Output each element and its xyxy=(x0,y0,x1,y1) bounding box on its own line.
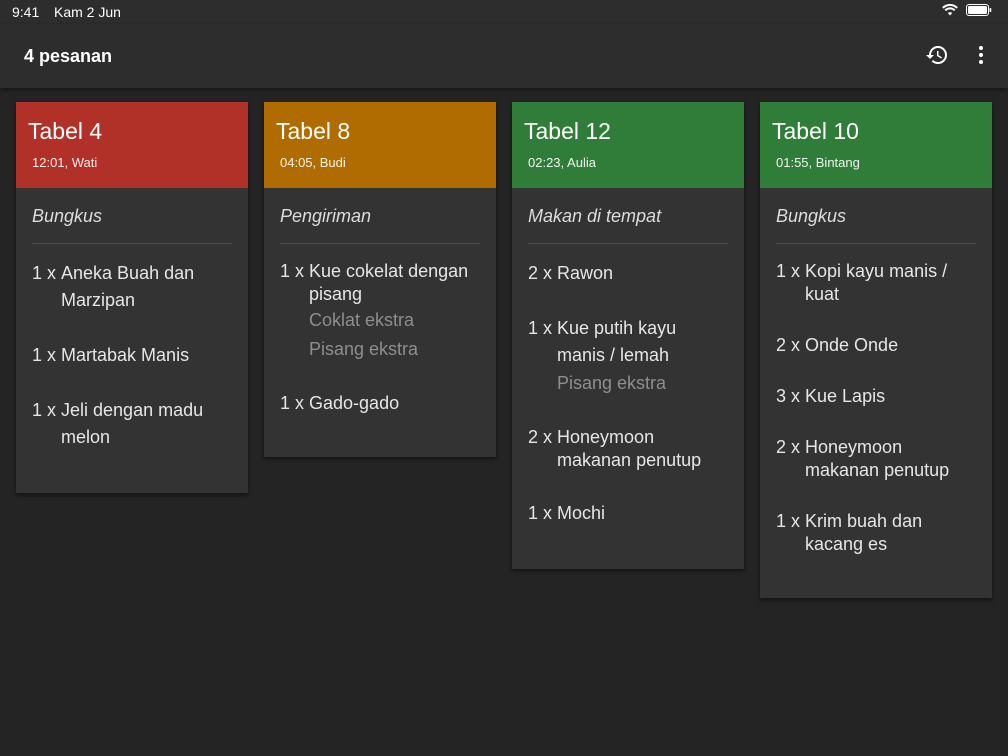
order-card-header: Tabel 4 12:01, Wati xyxy=(16,102,248,188)
order-type: Bungkus xyxy=(32,188,232,244)
order-item: 1 x Mochi xyxy=(528,500,728,527)
item-qty: 1 x xyxy=(280,393,305,413)
wifi-icon xyxy=(942,4,958,16)
table-name: Tabel 12 xyxy=(524,118,611,144)
item-name: Kue putih kayu manis / lemah xyxy=(557,318,677,365)
item-qty: 1 x xyxy=(776,261,801,281)
item-qty: 1 x xyxy=(32,263,57,283)
order-board: Tabel 4 12:01, Wati Bungkus 1 x Aneka Bua… xyxy=(16,102,992,598)
order-time-staff: 12:01, Wati xyxy=(32,155,98,170)
item-qty: 1 x xyxy=(32,400,57,420)
order-item: 1 x Gado-gado xyxy=(280,392,480,415)
order-item: 1 x Kue putih kayu manis / lemah Pisang e… xyxy=(528,315,728,398)
order-item: 1 x Kue cokelat dengan pisang Coklat ekst… xyxy=(280,260,480,364)
order-card[interactable]: Tabel 10 01:55, Bintang Bungkus 1 x Kopi … xyxy=(760,102,992,598)
order-item: 1 x Jeli dengan madu melon xyxy=(32,397,232,451)
item-name: Kue cokelat dengan pisang xyxy=(309,261,469,304)
item-extra: Pisang ekstra xyxy=(309,339,419,359)
more-vert-icon xyxy=(979,46,983,64)
order-time-staff: 02:23, Aulia xyxy=(528,155,596,170)
item-qty: 2 x xyxy=(776,437,801,457)
item-name: Aneka Buah dan Marzipan xyxy=(61,263,195,310)
order-card-header: Tabel 12 02:23, Aulia xyxy=(512,102,744,188)
order-time-staff: 01:55, Bintang xyxy=(776,155,860,170)
item-name: Gado-gado xyxy=(309,393,400,413)
order-item: 1 x Martabak Manis xyxy=(32,342,232,369)
app-bar-actions xyxy=(924,42,994,68)
item-name: Martabak Manis xyxy=(61,345,190,365)
battery-icon xyxy=(966,4,992,16)
status-time: 9:41 xyxy=(12,4,40,20)
order-card-header: Tabel 8 04:05, Budi xyxy=(264,102,496,188)
item-qty: 1 x xyxy=(528,503,553,523)
table-name: Tabel 4 xyxy=(28,118,103,144)
history-icon xyxy=(926,46,947,65)
order-type: Pengiriman xyxy=(280,188,480,244)
item-name: Kue Lapis xyxy=(805,386,886,406)
item-name: Onde Onde xyxy=(805,335,899,355)
table-name: Tabel 10 xyxy=(772,118,859,144)
order-type: Bungkus xyxy=(776,188,976,244)
order-type: Makan di tempat xyxy=(528,188,728,244)
item-name: Honeymoon makanan penutup xyxy=(805,437,950,480)
order-item: 2 x Honeymoon makanan penutup xyxy=(776,436,976,482)
page-title: 4 pesanan xyxy=(24,46,113,66)
app-bar: 4 pesanan xyxy=(0,24,1008,88)
order-card-body: Bungkus 1 x Aneka Buah dan Marzipan 1 x Ma… xyxy=(16,188,248,493)
order-item: 1 x Krim buah dan kacang es xyxy=(776,510,976,556)
item-name: Kopi kayu manis / kuat xyxy=(805,261,948,304)
order-item: 1 x Aneka Buah dan Marzipan xyxy=(32,260,232,314)
item-qty: 3 x xyxy=(776,386,801,406)
table-name: Tabel 8 xyxy=(276,118,351,144)
item-qty: 1 x xyxy=(776,511,801,531)
item-extra: Coklat ekstra xyxy=(309,310,415,330)
item-qty: 2 x xyxy=(528,263,553,283)
item-extra: Pisang ekstra xyxy=(557,373,667,393)
item-qty: 2 x xyxy=(776,335,801,355)
order-item: 2 x Rawon xyxy=(528,260,728,287)
item-name: Mochi xyxy=(557,503,606,523)
item-name: Krim buah dan kacang es xyxy=(805,511,923,554)
system-icons xyxy=(942,4,992,16)
order-time-staff: 04:05, Budi xyxy=(280,155,346,170)
item-name: Honeymoon makanan penutup xyxy=(557,427,702,470)
status-date: Kam 2 Jun xyxy=(54,4,121,20)
order-card[interactable]: Tabel 12 02:23, Aulia Makan di tempat 2 … xyxy=(512,102,744,569)
status-bar: 9:41 Kam 2 Jun xyxy=(0,0,1008,24)
order-card-body: Pengiriman 1 x Kue cokelat dengan pisang … xyxy=(264,188,496,457)
order-item: 3 x Kue Lapis xyxy=(776,385,976,408)
order-card-body: Bungkus 1 x Kopi kayu manis / kuat 2 x Ond… xyxy=(760,188,992,598)
item-name: Rawon xyxy=(557,263,614,283)
order-card-header: Tabel 10 01:55, Bintang xyxy=(760,102,992,188)
item-qty: 1 x xyxy=(528,318,553,338)
order-card[interactable]: Tabel 4 12:01, Wati Bungkus 1 x Aneka Bua… xyxy=(16,102,248,493)
item-name: Jeli dengan madu melon xyxy=(61,400,204,447)
item-qty: 1 x xyxy=(280,261,305,281)
item-qty: 2 x xyxy=(528,427,553,447)
more-options-button[interactable] xyxy=(968,42,994,68)
order-card-body: Makan di tempat 2 x Rawon 1 x Kue putih ka… xyxy=(512,188,744,569)
order-item: 1 x Kopi kayu manis / kuat xyxy=(776,260,976,306)
item-qty: 1 x xyxy=(32,345,57,365)
history-button[interactable] xyxy=(924,42,950,68)
order-item: 2 x Onde Onde xyxy=(776,334,976,357)
order-card[interactable]: Tabel 8 04:05, Budi Pengiriman 1 x Kue co… xyxy=(264,102,496,457)
order-item: 2 x Honeymoon makanan penutup xyxy=(528,426,728,472)
